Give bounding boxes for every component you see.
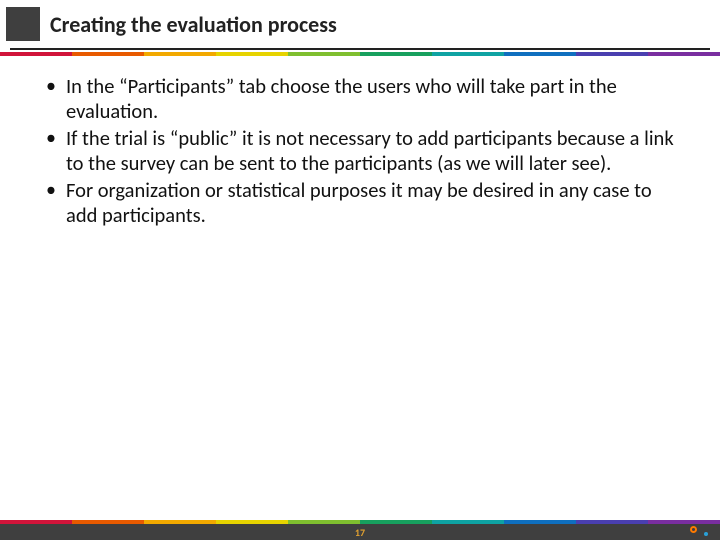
- footer: 17: [0, 520, 720, 540]
- footer-strip: 17: [0, 524, 720, 540]
- page-number: 17: [355, 526, 365, 539]
- list-item: For organization or statistical purposes…: [40, 178, 680, 228]
- header-block-icon: [6, 7, 40, 41]
- slide-body: In the “Participants” tab choose the use…: [0, 56, 720, 228]
- list-item: If the trial is “public” it is not neces…: [40, 126, 680, 176]
- list-item: In the “Participants” tab choose the use…: [40, 74, 680, 124]
- slide: Creating the evaluation process In the “…: [0, 0, 720, 540]
- footer-logo-icon: [690, 524, 708, 536]
- header-row: Creating the evaluation process: [0, 0, 720, 48]
- slide-title: Creating the evaluation process: [50, 11, 337, 38]
- title-underline: [10, 48, 710, 50]
- bullet-list: In the “Participants” tab choose the use…: [40, 74, 680, 228]
